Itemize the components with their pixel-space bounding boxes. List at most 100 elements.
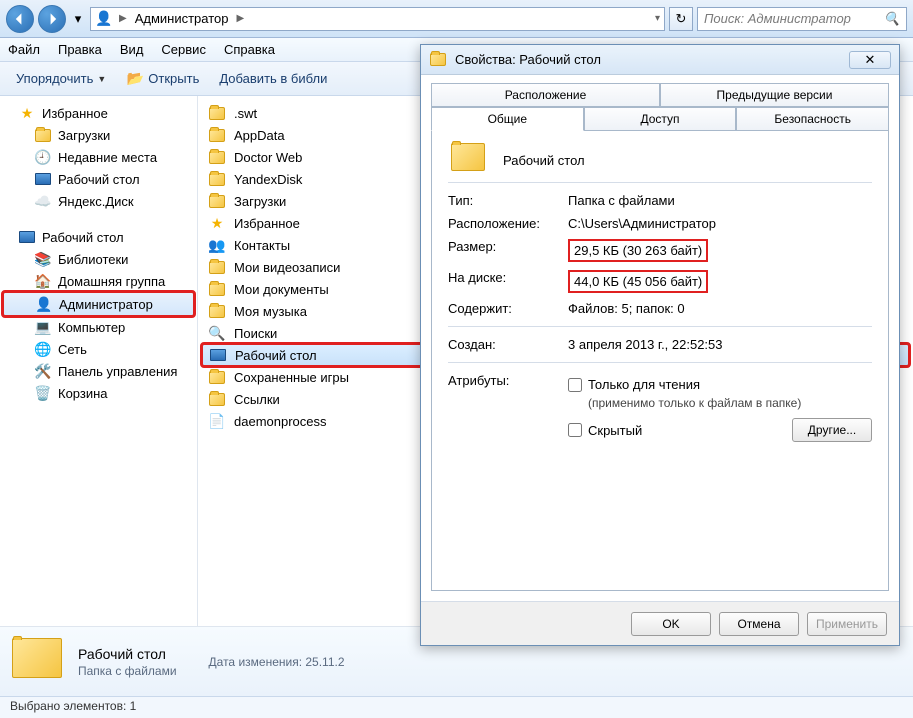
close-icon: ✕ [865,52,876,68]
tree-homegroup[interactable]: 🏠Домашняя группа [0,270,197,292]
yandex-icon: ☁️ [34,193,52,209]
ok-button[interactable]: OK [631,612,711,636]
value-size: 29,5 КБ (30 263 байт) [568,239,708,262]
tabs: Расположение Предыдущие версии Общие Дос… [431,83,889,131]
details-name: Рабочий стол [78,646,177,662]
open-button[interactable]: 📂Открыть [118,67,207,91]
chevron-down-icon: ▼ [97,74,106,84]
value-contains: Файлов: 5; папок: 0 [568,301,872,316]
file-icon: 📄 [208,413,226,429]
cancel-button[interactable]: Отмена [719,612,799,636]
menu-edit[interactable]: Правка [58,42,102,57]
recent-icon: 🕘 [34,149,52,165]
dialog-title: Свойства: Рабочий стол [455,52,601,67]
folder-icon [208,127,226,143]
menu-help[interactable]: Справка [224,42,275,57]
value-location: C:\Users\Администратор [568,216,872,231]
menu-view[interactable]: Вид [120,42,144,57]
tab-location[interactable]: Расположение [431,83,660,107]
tree-computer[interactable]: 💻Компьютер [0,316,197,338]
readonly-checkbox[interactable] [568,378,582,392]
tree-downloads[interactable]: Загрузки [0,124,197,146]
forward-button[interactable] [38,5,66,33]
star-icon: ★ [208,215,226,231]
tree-recycle[interactable]: 🗑️Корзина [0,382,197,404]
tree-desktop-root[interactable]: Рабочий стол [0,226,197,248]
tree-network[interactable]: 🌐Сеть [0,338,197,360]
network-icon: 🌐 [34,341,52,357]
readonly-note: (применимо только к файлам в папке) [588,396,872,410]
chevron-down-icon: ▾ [75,11,82,27]
folder-name-field[interactable]: Рабочий стол [496,149,592,172]
menu-file[interactable]: Файл [8,42,40,57]
folder-icon [208,281,226,297]
folder-large-icon [12,638,66,686]
label-ondisk: На диске: [448,270,568,293]
label-contains: Содержит: [448,301,568,316]
tab-access[interactable]: Доступ [584,107,737,131]
tab-general[interactable]: Общие [431,107,584,131]
menu-service[interactable]: Сервис [161,42,206,57]
details-modified: 25.11.2 [305,655,344,669]
dialog-buttons: OK Отмена Применить [421,601,899,645]
back-button[interactable] [6,5,34,33]
folder-icon [208,171,226,187]
user-folder-icon: 👤 [95,11,113,27]
folder-icon [208,391,226,407]
history-dropdown[interactable]: ▾ [70,5,86,33]
chevron-right-icon: ▶ [119,13,127,24]
refresh-icon: ↻ [676,11,687,27]
other-attributes-button[interactable]: Другие... [792,418,872,442]
value-type: Папка с файлами [568,193,872,208]
search-folder-icon: 🔍 [208,325,226,341]
folder-icon [208,149,226,165]
desktop-icon [18,229,36,245]
tree-favorites[interactable]: ★Избранное [0,102,197,124]
hidden-label: Скрытый [588,423,642,438]
folder-large-icon [448,149,488,165]
folder-icon [34,127,52,143]
folder-icon [208,303,226,319]
value-created: 3 апреля 2013 г., 22:52:53 [568,337,872,352]
chevron-down-icon[interactable]: ▾ [655,13,660,24]
folder-icon [208,259,226,275]
libraries-icon: 📚 [34,251,52,267]
folder-icon [208,105,226,121]
status-selected-label: Выбрано элементов: [10,699,126,713]
dialog-titlebar[interactable]: Свойства: Рабочий стол ✕ [421,45,899,75]
tree-libraries[interactable]: 📚Библиотеки [0,248,197,270]
folder-icon [208,193,226,209]
open-icon: 📂 [126,71,144,87]
details-type: Папка с файлами [78,664,177,678]
add-to-library-button[interactable]: Добавить в библи [211,67,335,90]
properties-dialog: Свойства: Рабочий стол ✕ Расположение Пр… [420,44,900,646]
tab-content-general: Рабочий стол Тип:Папка с файлами Располо… [431,130,889,591]
label-type: Тип: [448,193,568,208]
star-icon: ★ [18,105,36,121]
desktop-icon [34,171,52,187]
tree-control-panel[interactable]: 🛠️Панель управления [0,360,197,382]
tree-admin[interactable]: 👤Администратор [3,292,194,316]
homegroup-icon: 🏠 [34,273,52,289]
contacts-icon: 👥 [208,237,226,253]
label-location: Расположение: [448,216,568,231]
label-size: Размер: [448,239,568,262]
hidden-checkbox[interactable] [568,423,582,437]
details-modified-label: Дата изменения: [209,655,303,669]
tree-desktop[interactable]: Рабочий стол [0,168,197,190]
apply-button[interactable]: Применить [807,612,887,636]
tree-recent[interactable]: 🕘Недавние места [0,146,197,168]
tab-security[interactable]: Безопасность [736,107,889,131]
refresh-button[interactable]: ↻ [669,7,693,31]
search-input[interactable]: Поиск: Администратор 🔍 [697,7,907,31]
tab-previous-versions[interactable]: Предыдущие версии [660,83,889,107]
search-placeholder: Поиск: Администратор [704,11,851,26]
breadcrumb-admin[interactable]: Администратор [133,11,231,26]
status-bar: Выбрано элементов: 1 [0,696,913,718]
organize-button[interactable]: Упорядочить▼ [8,67,114,90]
close-button[interactable]: ✕ [849,51,891,69]
label-attributes: Атрибуты: [448,373,568,446]
breadcrumb-bar[interactable]: 👤 ▶ Администратор ▶ ▾ [90,7,665,31]
address-bar-row: ▾ 👤 ▶ Администратор ▶ ▾ ↻ Поиск: Админис… [0,0,913,38]
tree-yandex[interactable]: ☁️Яндекс.Диск [0,190,197,212]
